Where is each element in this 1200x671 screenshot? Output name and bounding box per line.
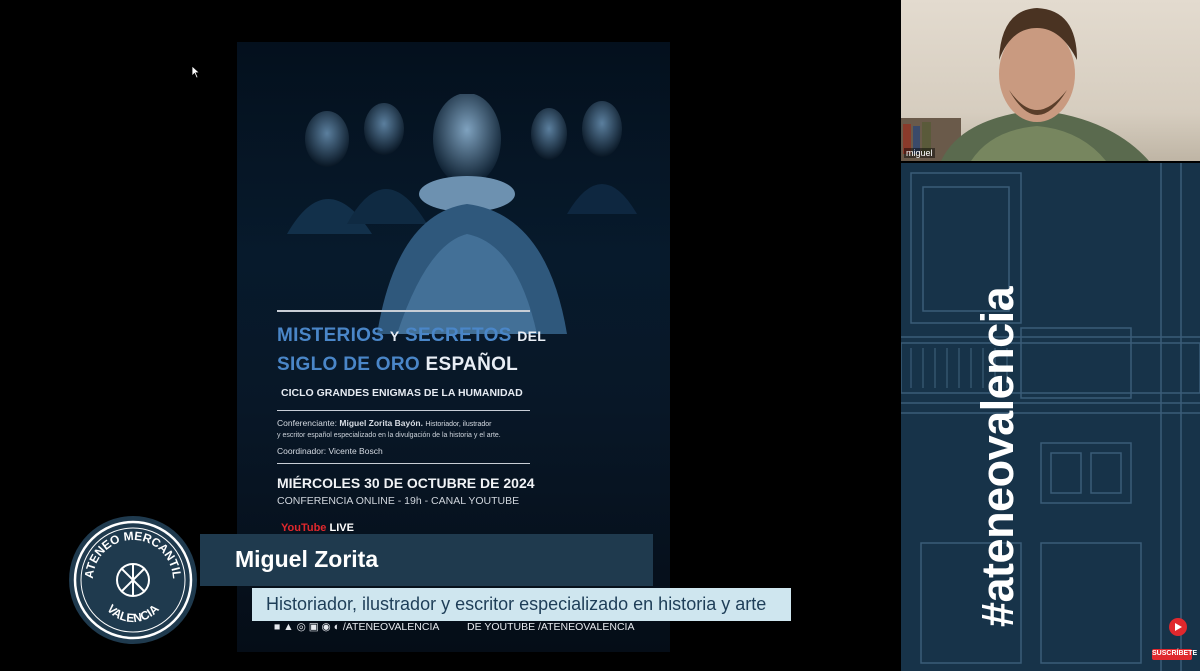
subscribe-label: SUSCRÍBETE [1152, 650, 1198, 657]
title-word: Y [389, 328, 400, 344]
title-word: DEL [517, 328, 547, 344]
poster-title-line2: SIGLO DE ORO ESPAÑOL [277, 354, 518, 376]
participant-name-label: miguel [904, 148, 935, 158]
subscribe-button[interactable]: SUSCRÍBETE [1152, 613, 1198, 661]
speaker-description-caption: Historiador, ilustrador y escritor espec… [266, 594, 767, 614]
poster-title-line1: MISTERIOS Y SECRETOS DEL [277, 325, 546, 347]
linkedin-icon: ▣ [308, 621, 319, 633]
poster-date: MIÉRCOLES 30 DE OCTUBRE DE 2024 [277, 475, 535, 491]
facebook-icon: ■ [274, 621, 281, 633]
mouse-cursor-icon [191, 65, 201, 79]
ateneo-mercantil-logo: ATENEO MERCANTIL VALENCIA [69, 516, 197, 644]
speaker-webcam-feed [901, 0, 1200, 161]
speaker-name-caption: Miguel Zorita [235, 546, 379, 572]
youtube-channel-text: DE YOUTUBE /ATENEOVALENCIA [467, 621, 635, 633]
building-facade-illustration [901, 163, 1200, 671]
brand-panel: #ateneovalencia [901, 163, 1200, 671]
poster-conference: CONFERENCIA ONLINE - 19h - CANAL YOUTUBE [277, 495, 520, 507]
youtube-word: YouTube [281, 522, 327, 534]
poster-coordinator: Coordinador: Vicente Bosch [277, 446, 383, 456]
speaker-label: Conferenciante: [277, 418, 338, 428]
poster-speaker-line: Conferenciante: Miguel Zorita Bayón. His… [277, 418, 492, 428]
title-word: SECRETOS [405, 325, 512, 346]
twitter-icon: ▲ [283, 621, 294, 633]
youtube-live-logo: YouTube LIVE [281, 522, 354, 534]
whatsapp-icon: ◉ [321, 621, 331, 633]
historical-portraits-image [287, 94, 637, 334]
speaker-name: Miguel Zorita Bayón. [339, 418, 423, 428]
telegram-icon: ◐ [333, 621, 340, 633]
instagram-icon: ◎ [296, 621, 306, 633]
poster-cycle: CICLO GRANDES ENIGMAS DE LA HUMANIDAD [281, 387, 523, 399]
speaker-desc: Historiador, ilustrador [425, 421, 492, 428]
title-word: SIGLO DE ORO [277, 354, 420, 375]
hashtag-text: #ateneovalencia [972, 286, 1023, 627]
title-word: MISTERIOS [277, 325, 385, 346]
speaker-video-image [901, 8, 1149, 161]
title-word: ESPAÑOL [425, 354, 519, 375]
social-handle: /ATENEOVALENCIA [342, 621, 440, 633]
live-word: LIVE [329, 522, 354, 534]
poster-speaker-desc: y escritor español especializado en la d… [277, 432, 501, 439]
social-links-row: ■ ▲ ◎ ▣ ◉ ◐ /ATENEOVALENCIA [274, 621, 439, 633]
